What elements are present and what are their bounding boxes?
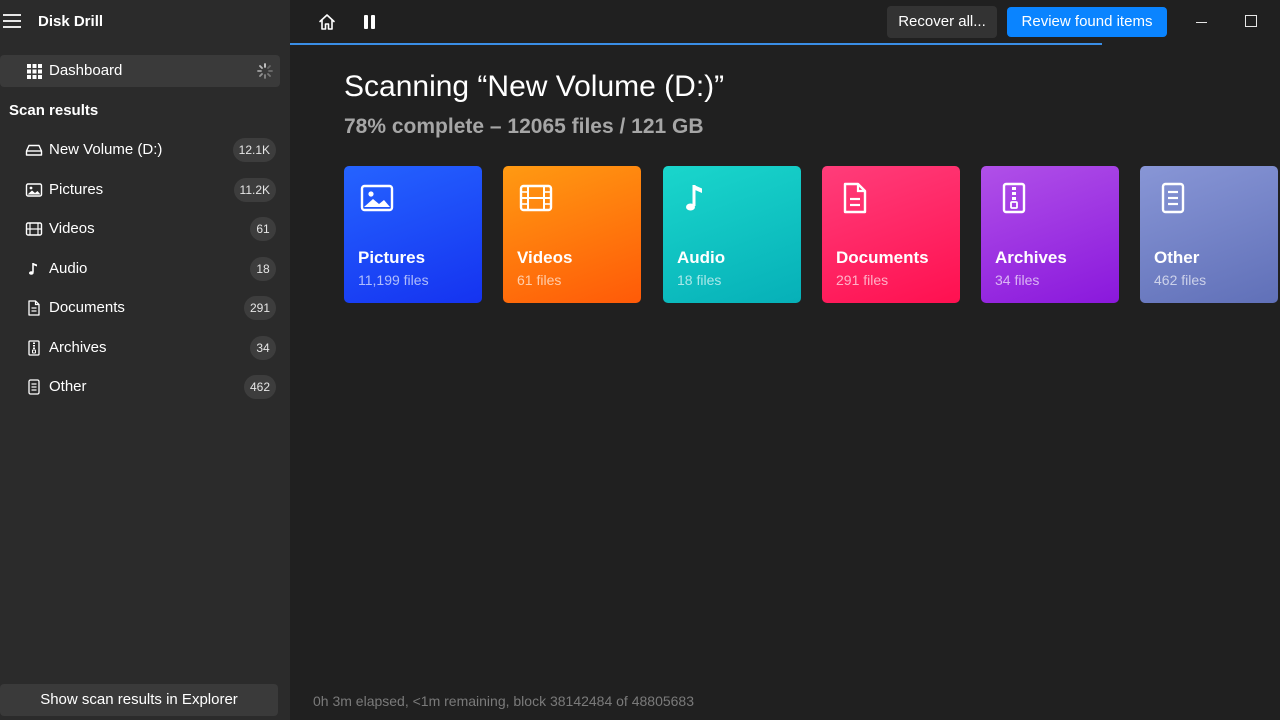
sidebar-item-pictures[interactable]: Pictures 11.2K	[0, 172, 280, 208]
count-badge: 291	[243, 296, 276, 320]
category-card-documents[interactable]: Documents 291 files	[822, 166, 960, 303]
count-badge: 61	[250, 217, 276, 241]
drive-icon	[25, 144, 43, 156]
hamburger-menu-icon[interactable]	[3, 14, 21, 28]
other-file-icon	[1161, 182, 1185, 214]
picture-icon	[360, 184, 394, 212]
sidebar-item-new-volume[interactable]: New Volume (D:) 12.1K	[0, 132, 280, 168]
document-icon	[843, 182, 867, 214]
category-file-count: 462 files	[1154, 272, 1207, 288]
sidebar-item-dashboard[interactable]: Dashboard	[0, 55, 280, 87]
scan-results-heading: Scan results	[9, 102, 99, 119]
count-badge: 34	[250, 336, 276, 360]
archive-icon	[1002, 182, 1026, 214]
app-header: Disk Drill	[0, 0, 290, 44]
sidebar-item-label: Documents	[49, 299, 125, 316]
count-badge: 12.1K	[232, 138, 276, 162]
sidebar-item-label: Dashboard	[49, 62, 123, 79]
toolbar: Recover all... Review found items	[290, 0, 1280, 44]
music-note-icon	[29, 263, 37, 275]
category-file-count: 34 files	[995, 272, 1040, 288]
sidebar-item-videos[interactable]: Videos 61	[0, 211, 280, 247]
sidebar-item-label: Videos	[49, 220, 95, 237]
minimize-window-button[interactable]	[1195, 12, 1209, 32]
category-card-audio[interactable]: Audio 18 files	[663, 166, 801, 303]
pause-button[interactable]	[364, 15, 376, 29]
sidebar-item-other[interactable]: Other 462	[0, 369, 280, 405]
category-name: Archives	[995, 248, 1067, 267]
sidebar-item-label: Other	[49, 378, 87, 395]
film-icon	[25, 222, 43, 236]
loading-spinner-icon	[257, 63, 273, 79]
count-badge: 11.2K	[233, 178, 276, 202]
recover-all-button[interactable]: Recover all...	[887, 6, 997, 38]
sidebar: Disk Drill Dashboard Scan results New Vo…	[0, 0, 290, 720]
home-icon[interactable]	[318, 13, 336, 31]
sidebar-item-label: Archives	[49, 339, 107, 356]
sidebar-item-archives[interactable]: Archives 34	[0, 330, 280, 366]
category-card-pictures[interactable]: Pictures 11,199 files	[344, 166, 482, 303]
archive-icon	[28, 340, 40, 356]
sidebar-item-label: Audio	[49, 260, 88, 277]
film-icon	[519, 184, 553, 212]
category-file-count: 291 files	[836, 272, 889, 288]
maximize-window-button[interactable]	[1245, 15, 1257, 27]
count-badge: 18	[250, 257, 276, 281]
page-title: Scanning “New Volume (D:)”	[344, 70, 725, 103]
other-file-icon	[28, 379, 40, 395]
minimize-icon	[1196, 22, 1207, 23]
count-badge: 462	[243, 375, 276, 399]
sidebar-item-label: Pictures	[49, 181, 104, 198]
category-name: Other	[1154, 248, 1200, 267]
category-name: Audio	[677, 248, 726, 267]
scan-progress-summary: 78% complete – 12065 files / 121 GB	[344, 115, 704, 138]
document-icon	[28, 300, 40, 316]
picture-icon	[25, 183, 43, 197]
grid-icon	[27, 64, 42, 79]
sidebar-item-audio[interactable]: Audio 18	[0, 251, 280, 287]
music-note-icon	[686, 185, 702, 211]
category-card-videos[interactable]: Videos 61 files	[503, 166, 641, 303]
show-in-explorer-button[interactable]: Show scan results in Explorer	[0, 684, 278, 716]
sidebar-item-documents[interactable]: Documents 291	[0, 290, 280, 326]
category-file-count: 61 files	[517, 272, 562, 288]
category-file-count: 11,199 files	[358, 272, 429, 288]
pause-icon	[364, 15, 368, 29]
category-name: Pictures	[358, 248, 426, 267]
sidebar-item-label: New Volume (D:)	[49, 141, 163, 158]
scan-progress-bar	[290, 43, 1280, 45]
category-name: Documents	[836, 248, 929, 267]
category-card-archives[interactable]: Archives 34 files	[981, 166, 1119, 303]
review-found-items-button[interactable]: Review found items	[1007, 7, 1167, 37]
scan-progress-fill	[290, 43, 1102, 45]
scan-status-line: 0h 3m elapsed, <1m remaining, block 3814…	[313, 693, 694, 709]
category-file-count: 18 files	[677, 272, 722, 288]
category-name: Videos	[517, 248, 573, 267]
category-card-other[interactable]: Other 462 files	[1140, 166, 1278, 303]
app-title: Disk Drill	[38, 13, 104, 30]
